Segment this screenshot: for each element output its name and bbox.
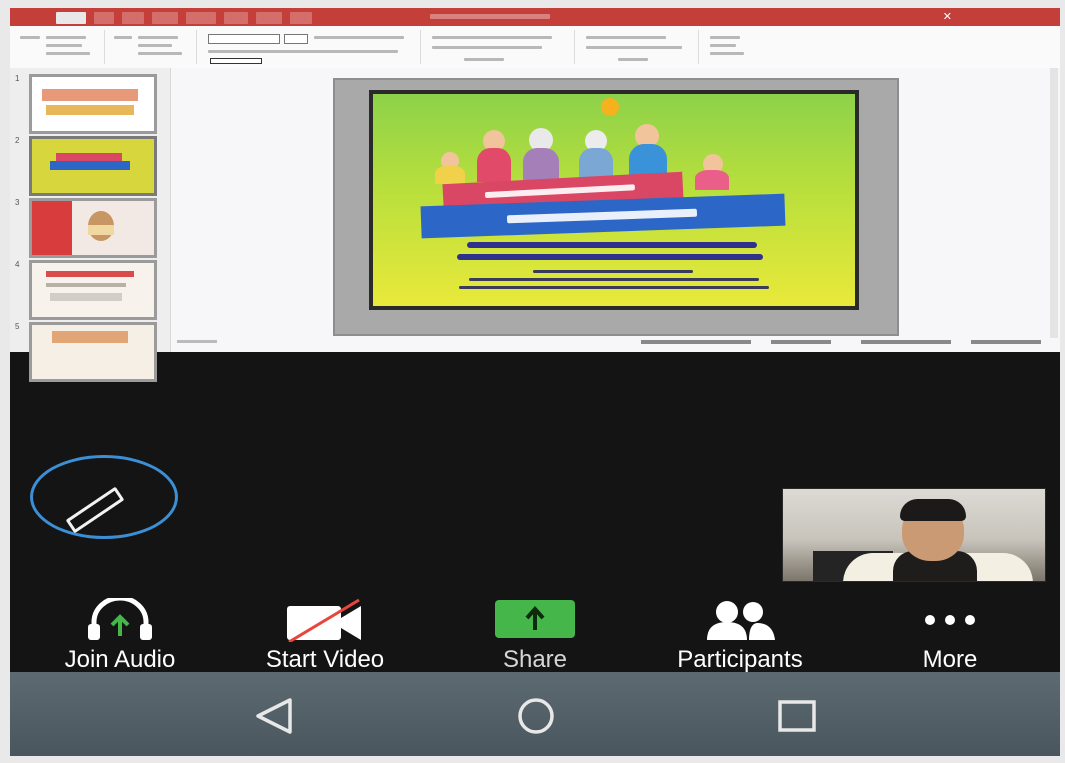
slide-thumbnail[interactable] [29,322,157,382]
ribbon-group-paragraph [424,30,575,64]
slide-editing-area[interactable] [171,68,1060,352]
shared-screen: ✕ 1 2 3 4 5 [10,8,1060,382]
annotate-button[interactable] [30,455,178,539]
slide-thumbnail[interactable] [29,260,157,320]
ribbon-tab[interactable] [224,12,248,24]
slide-thumbnail-pane: 1 2 3 4 5 [10,68,171,382]
ribbon-group-drawing [578,30,699,64]
ribbon-tab[interactable] [186,12,216,24]
start-video-button[interactable]: Start Video [230,598,420,673]
slide-number: 1 [15,74,20,83]
slide-thumbnail[interactable] [29,198,157,258]
share-upload-icon [495,600,575,638]
more-dots-icon [925,615,975,625]
powerpoint-ribbon [10,26,1060,69]
ribbon-tab[interactable] [94,12,114,24]
slide-number: 5 [15,322,20,331]
slide-poster [369,90,859,310]
start-video-label: Start Video [265,646,385,673]
slide-number: 2 [15,136,20,145]
slide-canvas [333,78,899,336]
android-navigation-bar [10,672,1060,756]
participants-icon [707,601,775,640]
back-triangle-icon[interactable] [250,696,298,736]
ribbon-group-clipboard [14,30,105,64]
more-label: More [922,646,978,673]
share-button[interactable]: Share [460,598,610,673]
close-icon[interactable]: ✕ [943,10,952,23]
video-thumbnail[interactable] [782,488,1046,582]
slide-thumbnail-active[interactable] [29,136,157,196]
join-audio-button[interactable]: Join Audio [20,598,220,673]
slide-number: 4 [15,260,20,269]
powerpoint-title-bar: ✕ [10,8,1060,26]
vertical-scrollbar[interactable] [1050,68,1058,338]
home-circle-icon[interactable] [510,696,562,736]
video-off-icon [287,598,361,642]
recents-square-icon[interactable] [774,696,822,736]
pencil-icon [65,486,125,534]
ribbon-tab[interactable] [122,12,144,24]
ribbon-tab-active[interactable] [56,12,86,24]
ribbon-tab[interactable] [256,12,282,24]
zoom-meeting-screen: ✕ 1 2 3 4 5 Join Audio Start Video Share… [10,8,1060,756]
slide-thumbnail[interactable] [29,74,157,134]
more-button[interactable]: More [880,598,1020,673]
window-title [430,14,550,19]
font-name-label-box [210,58,262,64]
powerpoint-status-bar [171,338,1060,352]
share-label: Share [502,646,568,673]
ribbon-group-font [200,30,421,64]
slide-number: 3 [15,198,20,207]
ribbon-tab[interactable] [152,12,178,24]
ribbon-group-slides [108,30,197,64]
headphones-icon [88,598,152,640]
join-audio-label: Join Audio [64,646,176,673]
sun-graphic [601,98,619,116]
ribbon-tab[interactable] [290,12,312,24]
ribbon-group-editing [702,30,762,64]
font-name-box[interactable] [208,34,280,44]
font-size-box[interactable] [284,34,308,44]
participants-label: Participants [677,646,803,673]
participants-button[interactable]: Participants [635,598,845,673]
